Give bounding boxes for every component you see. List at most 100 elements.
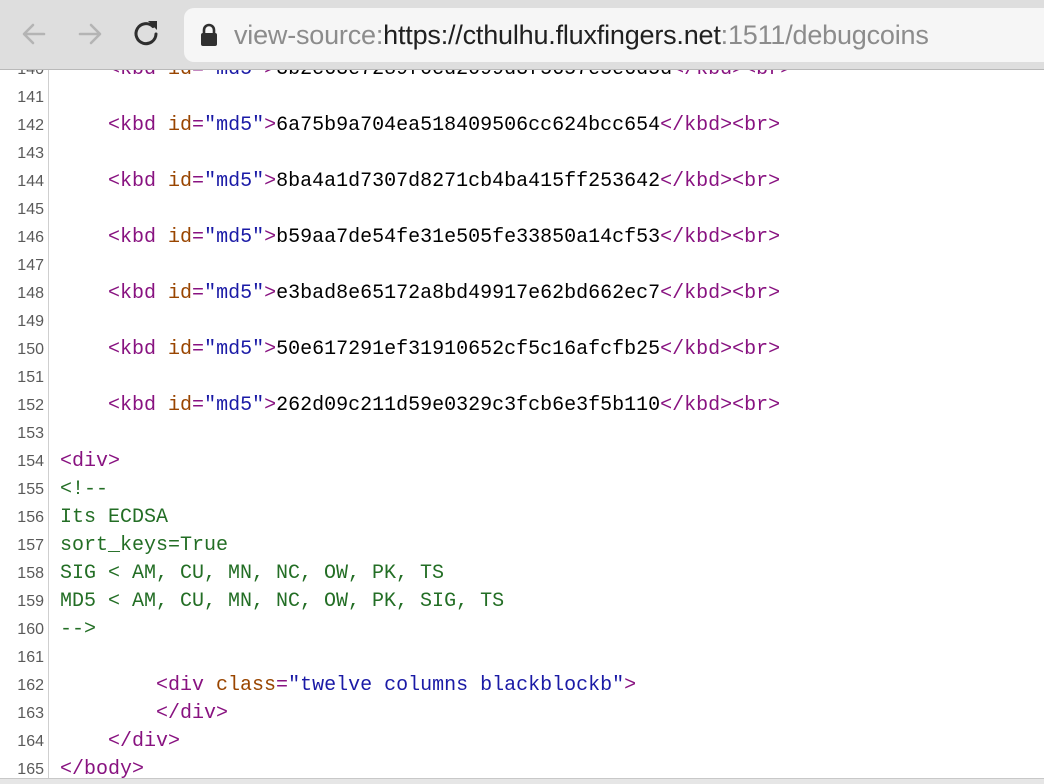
source-line: 152 <kbd id="md5">262d09c211d59e0329c3fc…	[0, 392, 1044, 420]
code-token-val: "md5"	[204, 70, 264, 81]
forward-button[interactable]	[70, 14, 110, 54]
source-line: 145	[0, 196, 1044, 224]
line-number: 155	[17, 481, 44, 498]
code-token-tag: >	[264, 114, 277, 137]
code-token-tag: <kbd	[108, 114, 169, 137]
code-token-tag: =	[192, 338, 205, 361]
line-code: <kbd id="md5">8ba4a1d7307d8271cb4ba415ff…	[60, 168, 780, 196]
code-token-tag: <kbd	[108, 70, 168, 81]
code-token-tag: </kbd><br>	[672, 70, 792, 81]
line-number: 159	[17, 593, 44, 610]
line-number: 149	[17, 313, 44, 330]
code-token-attr: class	[216, 674, 277, 697]
source-line: 163 </div>	[0, 700, 1044, 728]
line-number: 157	[17, 537, 44, 554]
code-token-cmt: <!--	[60, 478, 109, 501]
line-number: 142	[17, 117, 44, 134]
code-token-tag: >	[264, 226, 277, 249]
code-token-tag: </kbd><br>	[660, 226, 781, 249]
line-number: 160	[17, 621, 44, 638]
url-protocol: https://	[383, 19, 463, 50]
source-line: 160 -->	[0, 616, 1044, 644]
code-token-txt: 262d09c211d59e0329c3fcb6e3f5b110	[276, 394, 661, 417]
code-token-tag: </kbd><br>	[660, 114, 781, 137]
code-token-tag: >	[264, 282, 277, 305]
source-line: 147	[0, 252, 1044, 280]
code-token-txt: e3bad8e65172a8bd49917e62bd662ec7	[276, 282, 661, 305]
line-code: <kbd id="md5">50e617291ef31910652cf5c16a…	[60, 336, 780, 364]
line-number: 164	[17, 733, 44, 750]
code-token-txt: 3b2c63e7289f0cd2099d3f5657e5e6d5d	[276, 70, 672, 81]
line-number: 144	[17, 173, 44, 190]
code-token-tag: </kbd><br>	[660, 282, 781, 305]
source-line: 141	[0, 84, 1044, 112]
code-token-val: "md5"	[204, 226, 265, 249]
code-token-tag: </kbd><br>	[660, 394, 781, 417]
code-token-tag: =	[276, 674, 289, 697]
line-number: 140	[0, 70, 44, 84]
code-token-tag: =	[192, 282, 205, 305]
code-token-tag: >	[264, 394, 277, 417]
code-token-cmt: sort_keys=True	[60, 534, 229, 557]
status-strip	[0, 778, 1044, 784]
reload-button[interactable]	[126, 14, 166, 54]
reload-icon	[134, 21, 158, 46]
code-token-tag: =	[192, 70, 204, 81]
code-token-val: "md5"	[204, 170, 265, 193]
code-token-tag: <kbd	[108, 170, 169, 193]
line-number: 153	[17, 425, 44, 442]
url-host: cthulhu.fluxfingers.net	[462, 19, 721, 50]
source-view[interactable]: 140 <kbd id="md5">3b2c63e7289f0cd2099d3f…	[0, 70, 1044, 784]
code-token-tag: >	[624, 674, 637, 697]
code-token-attr: id	[168, 70, 192, 81]
source-line: 146 <kbd id="md5">b59aa7de54fe31e505fe33…	[0, 224, 1044, 252]
line-code: sort_keys=True	[60, 532, 228, 560]
line-number: 161	[17, 649, 44, 666]
line-number: 148	[17, 285, 44, 302]
source-line: 153	[0, 420, 1044, 448]
url-text: view-source:https://cthulhu.fluxfingers.…	[234, 20, 929, 51]
source-line: 154 <div>	[0, 448, 1044, 476]
code-token-cmt: -->	[60, 618, 97, 641]
address-bar[interactable]: view-source:https://cthulhu.fluxfingers.…	[184, 8, 1044, 62]
code-token-attr: id	[168, 338, 193, 361]
code-token-tag: =	[192, 226, 205, 249]
code-token-tag: =	[192, 170, 205, 193]
source-line: 149	[0, 308, 1044, 336]
code-token-tag: </kbd><br>	[660, 338, 781, 361]
code-token-cmt: SIG < AM, CU, MN, NC, OW, PK, TS	[60, 562, 445, 585]
code-token-tag: >	[264, 170, 277, 193]
code-token-txt: 8ba4a1d7307d8271cb4ba415ff253642	[276, 170, 661, 193]
code-token-tag: <kbd	[108, 338, 169, 361]
code-token-txt: 6a75b9a704ea518409506cc624bcc654	[276, 114, 661, 137]
source-line: 156 Its ECDSA	[0, 504, 1044, 532]
code-token-attr: id	[168, 226, 193, 249]
line-number: 156	[17, 509, 44, 526]
line-code: MD5 < AM, CU, MN, NC, OW, PK, SIG, TS	[60, 588, 504, 616]
line-code: SIG < AM, CU, MN, NC, OW, PK, TS	[60, 560, 444, 588]
line-code: <kbd id="md5">262d09c211d59e0329c3fcb6e3…	[60, 392, 780, 420]
line-number: 162	[17, 677, 44, 694]
source-lines: 140 <kbd id="md5">3b2c63e7289f0cd2099d3f…	[0, 70, 1044, 784]
line-code: Its ECDSA	[60, 504, 168, 532]
code-token-attr: id	[168, 282, 193, 305]
source-line: 161	[0, 644, 1044, 672]
source-line: 159 MD5 < AM, CU, MN, NC, OW, PK, SIG, TS	[0, 588, 1044, 616]
line-number: 146	[17, 229, 44, 246]
code-token-txt: 50e617291ef31910652cf5c16afcfb25	[276, 338, 661, 361]
back-button[interactable]	[14, 14, 54, 54]
lock-icon	[200, 23, 218, 47]
source-line: 148 <kbd id="md5">e3bad8e65172a8bd49917e…	[0, 280, 1044, 308]
code-token-val: "md5"	[204, 338, 265, 361]
source-line: 151	[0, 364, 1044, 392]
line-number: 152	[17, 397, 44, 414]
source-line: 144 <kbd id="md5">8ba4a1d7307d8271cb4ba4…	[0, 168, 1044, 196]
code-token-tag: <kbd	[108, 282, 169, 305]
arrow-left-icon	[22, 23, 46, 45]
line-number: 145	[17, 201, 44, 218]
code-token-val: "md5"	[204, 282, 265, 305]
